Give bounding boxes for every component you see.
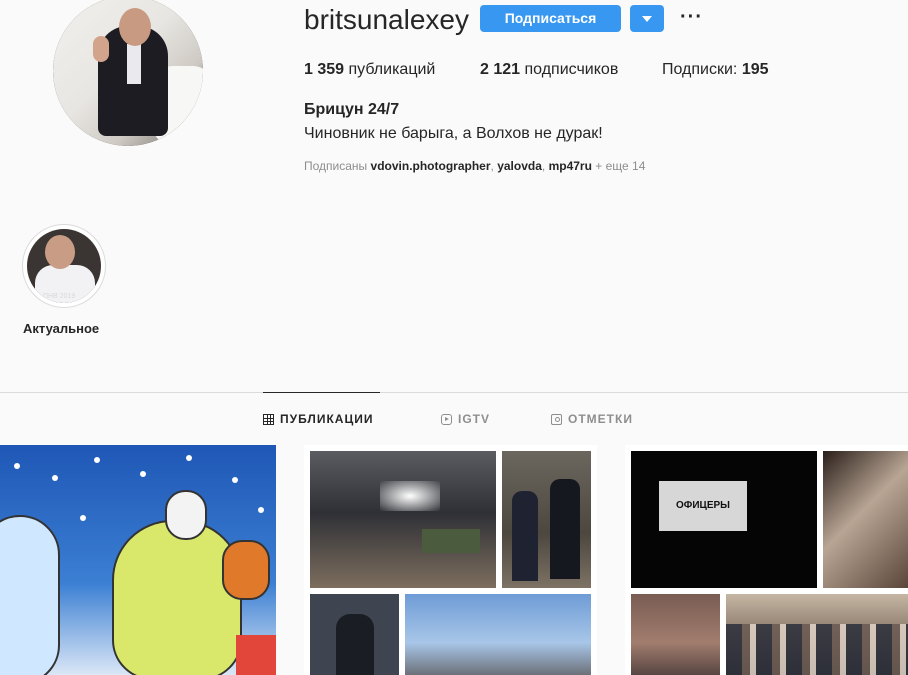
tab-igtv-label: IGTV xyxy=(458,412,491,426)
snowflake xyxy=(186,455,192,461)
snowflake xyxy=(14,463,20,469)
post-thumbnail[interactable]: ОФИЦЕРЫ xyxy=(625,445,908,675)
cinema-screen-text: ОФИЦЕРЫ xyxy=(659,481,747,531)
snowflake xyxy=(52,475,58,481)
collage-photo xyxy=(310,594,399,675)
tabs-divider xyxy=(0,392,908,393)
snowflake xyxy=(232,477,238,483)
tab-igtv[interactable]: IGTV xyxy=(441,412,490,426)
avatar-hand xyxy=(93,36,109,62)
post-red-figure xyxy=(236,635,276,675)
profile-avatar[interactable] xyxy=(53,0,203,146)
post-squirrel xyxy=(222,540,270,600)
collage-photo xyxy=(310,451,496,588)
more-options-icon[interactable]: ··· xyxy=(680,6,703,29)
followed-by-user[interactable]: vdovin.photographer xyxy=(371,159,491,173)
tagged-icon xyxy=(551,413,562,425)
posts-label: публикаций xyxy=(348,61,436,78)
photo-truck xyxy=(422,529,480,553)
active-tab-indicator xyxy=(263,392,380,393)
collage-photo xyxy=(502,451,591,588)
post-thumbnail[interactable] xyxy=(0,445,276,675)
suggestions-dropdown-button[interactable] xyxy=(630,5,664,32)
profile-full-name: Брицун 24/7 xyxy=(304,101,400,118)
avatar-head xyxy=(119,8,151,46)
followed-by-user[interactable]: mp47ru xyxy=(549,159,592,173)
followed-by-user[interactable]: yalovda xyxy=(497,159,542,173)
followed-by[interactable]: Подписаны vdovin.photographer, yalovda, … xyxy=(304,159,645,173)
photo-man xyxy=(512,491,538,581)
collage-photo xyxy=(405,594,591,675)
posts-count: 1 359 xyxy=(304,61,345,78)
photo-crowd xyxy=(726,624,908,675)
snowflake xyxy=(94,457,100,463)
highlight-label[interactable]: Актуальное xyxy=(23,321,99,336)
collage-photo xyxy=(726,594,908,675)
snowflake xyxy=(80,515,86,521)
snowflake xyxy=(258,507,264,513)
post-snowman xyxy=(0,515,60,675)
grid-icon xyxy=(263,413,274,425)
photo-light xyxy=(380,481,440,511)
photo-man xyxy=(336,614,374,675)
photo-man xyxy=(550,479,580,579)
tab-posts-label: ПУБЛИКАЦИИ xyxy=(280,412,374,426)
stat-posts: 1 359 публикаций xyxy=(304,61,435,79)
following-count: 195 xyxy=(741,61,769,78)
followed-by-more[interactable]: + еще 14 xyxy=(595,159,645,173)
following-label: Подписки: xyxy=(662,61,738,78)
stat-following[interactable]: Подписки: 195 xyxy=(662,61,769,79)
followers-label: подписчиков xyxy=(524,61,619,78)
highlight-cover[interactable]: ПНВ 2019 xyxy=(27,229,101,303)
post-bunny xyxy=(165,490,207,540)
avatar-shirt xyxy=(127,44,141,84)
tab-posts[interactable]: ПУБЛИКАЦИИ xyxy=(263,412,373,426)
snowflake xyxy=(140,471,146,477)
igtv-icon xyxy=(441,413,452,425)
followed-by-prefix: Подписаны xyxy=(304,159,368,173)
followers-count: 2 121 xyxy=(480,61,521,78)
post-bag xyxy=(112,520,242,675)
profile-username: britsunalexey xyxy=(304,4,469,35)
post-thumbnail[interactable] xyxy=(304,445,597,675)
highlight-person-head xyxy=(45,235,75,269)
collage-photo: ОФИЦЕРЫ xyxy=(631,451,817,588)
tab-tagged-label: ОТМЕТКИ xyxy=(568,412,633,426)
collage-photo xyxy=(631,594,720,675)
follow-button[interactable]: Подписаться xyxy=(480,5,621,32)
stat-followers[interactable]: 2 121 подписчиков xyxy=(480,61,618,79)
tab-tagged[interactable]: ОТМЕТКИ xyxy=(551,412,633,426)
highlight-image-caption: ПНВ 2019 xyxy=(43,293,76,300)
collage-photo xyxy=(823,451,908,588)
profile-bio: Чиновник не барыга, а Волхов не дурак! xyxy=(304,125,603,142)
chevron-down-icon xyxy=(642,16,652,22)
